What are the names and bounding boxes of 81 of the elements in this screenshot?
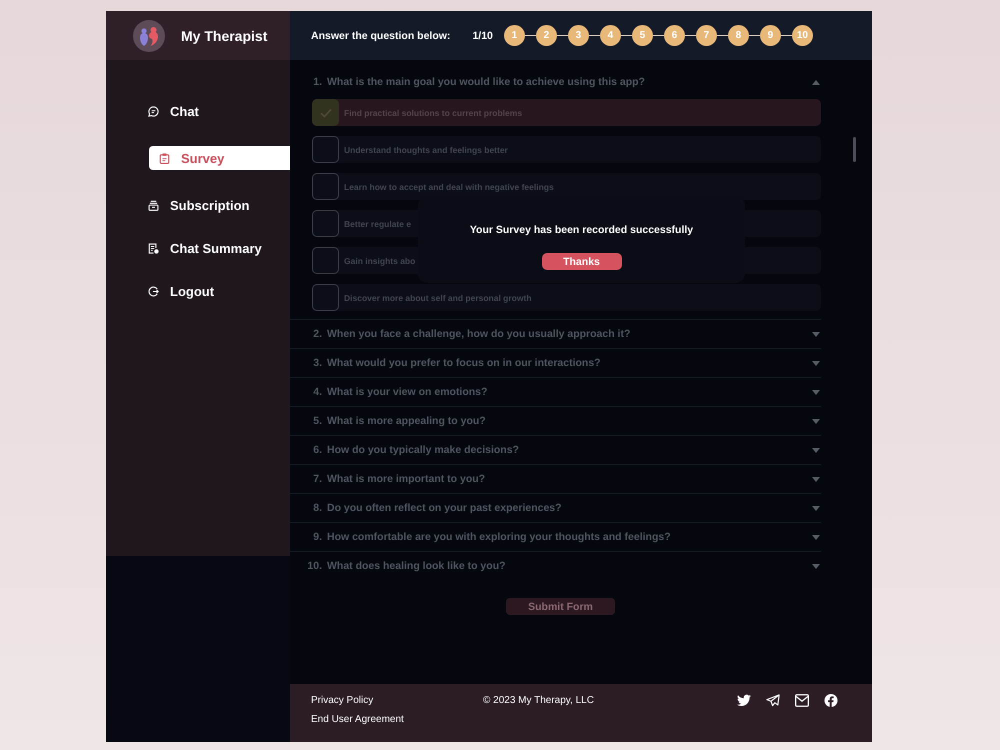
question-number: 10. bbox=[306, 560, 322, 572]
caret-down-icon[interactable] bbox=[812, 534, 820, 540]
chat-bubble-icon bbox=[148, 106, 159, 116]
envelope-icon[interactable] bbox=[795, 694, 809, 707]
step-circle[interactable]: 4 bbox=[600, 25, 621, 46]
f-logo-icon[interactable] bbox=[824, 694, 838, 707]
bird-icon[interactable] bbox=[737, 694, 751, 707]
step-connector bbox=[748, 35, 760, 36]
caret-down-icon[interactable] bbox=[812, 390, 820, 394]
scrollbar-thumb[interactable] bbox=[853, 137, 856, 162]
thanks-button[interactable]: Thanks bbox=[542, 253, 622, 270]
question-text[interactable]: What is more appealing to you? bbox=[327, 415, 486, 427]
question-text[interactable]: What is more important to you? bbox=[327, 473, 486, 485]
logout-icon bbox=[148, 286, 159, 296]
step-circle[interactable]: 3 bbox=[568, 25, 589, 46]
sidebar-item[interactable]: Logout bbox=[148, 279, 290, 303]
question-text[interactable]: What is your view on emotions? bbox=[327, 386, 488, 398]
checkbox[interactable] bbox=[312, 210, 339, 237]
question-text[interactable]: How do you typically make decisions? bbox=[327, 444, 519, 456]
prompt-text: Answer the question below: bbox=[311, 30, 450, 42]
caret-down-icon[interactable] bbox=[812, 448, 820, 452]
question-number: 8. bbox=[312, 502, 322, 514]
check-icon bbox=[320, 108, 332, 118]
sidebar-item[interactable]: Survey bbox=[149, 146, 290, 170]
caret-down-icon[interactable] bbox=[812, 360, 820, 366]
dialog-message: Your Survey has been recorded successfully bbox=[470, 224, 694, 237]
step-connector bbox=[780, 35, 792, 36]
step-connector bbox=[652, 35, 664, 36]
sidebar-item[interactable]: Subscription bbox=[148, 193, 290, 217]
checkbox[interactable] bbox=[312, 284, 339, 311]
paper-plane-icon[interactable] bbox=[766, 694, 780, 707]
question-text[interactable]: What does healing look like to you? bbox=[327, 560, 506, 572]
question-number: 1. bbox=[312, 76, 322, 88]
step-connector bbox=[588, 35, 600, 36]
question-text[interactable]: What would you prefer to focus on in our interactions? bbox=[327, 357, 601, 369]
checkbox[interactable] bbox=[312, 173, 339, 200]
footer-link[interactable]: End User Agreement bbox=[311, 713, 404, 726]
question-text[interactable]: What is the main goal you would like to achieve using this app? bbox=[327, 76, 645, 88]
caret-down-icon[interactable] bbox=[812, 476, 820, 482]
question-number: 6. bbox=[312, 444, 322, 456]
logo-icon bbox=[133, 20, 165, 52]
question-number: 5. bbox=[312, 415, 322, 427]
step-connector bbox=[524, 35, 536, 36]
caret-down-icon[interactable] bbox=[812, 332, 820, 336]
document-icon bbox=[148, 242, 159, 254]
step-circle[interactable]: 10 bbox=[792, 25, 813, 46]
submit-button[interactable]: Submit Form bbox=[506, 598, 615, 615]
step-circle[interactable]: 8 bbox=[728, 25, 749, 46]
step-connector bbox=[716, 35, 728, 36]
question-text[interactable]: Do you often reflect on your past experiences? bbox=[327, 502, 562, 514]
footer-link[interactable]: Privacy Policy bbox=[311, 694, 374, 707]
sidebar-item[interactable]: Chat Summary bbox=[148, 236, 290, 260]
step-circle[interactable]: 1 bbox=[504, 25, 525, 46]
caret-down-icon[interactable] bbox=[812, 418, 820, 424]
tray-icon bbox=[148, 200, 159, 210]
question-number: 9. bbox=[312, 531, 322, 543]
question-number: 3. bbox=[312, 357, 322, 369]
checkbox[interactable] bbox=[312, 136, 339, 163]
question-counter: 1/10 bbox=[472, 30, 493, 42]
clipboard-icon bbox=[159, 152, 170, 164]
caret-down-icon[interactable] bbox=[812, 506, 820, 510]
question-text[interactable]: When you face a challenge, how do you usually approach it? bbox=[327, 328, 630, 340]
caret-down-icon[interactable] bbox=[812, 564, 820, 568]
question-text[interactable]: How comfortable are you with exploring your thoughts and feelings? bbox=[327, 531, 671, 543]
brand-name: My Therapist bbox=[181, 28, 268, 44]
copyright-text: © 2023 My Therapy, LLC bbox=[483, 694, 594, 707]
checkbox[interactable] bbox=[312, 99, 339, 126]
step-circle[interactable]: 7 bbox=[696, 25, 717, 46]
step-connector bbox=[556, 35, 568, 36]
checkbox[interactable] bbox=[312, 247, 339, 274]
step-circle[interactable]: 5 bbox=[632, 25, 653, 46]
question-number: 2. bbox=[312, 328, 322, 340]
step-circle[interactable]: 9 bbox=[760, 25, 781, 46]
step-circle[interactable]: 2 bbox=[536, 25, 557, 46]
step-connector bbox=[620, 35, 632, 36]
step-circle[interactable]: 6 bbox=[664, 25, 685, 46]
step-connector bbox=[684, 35, 696, 36]
question-number: 7. bbox=[312, 473, 322, 485]
question-number: 4. bbox=[312, 386, 322, 398]
sidebar-item[interactable]: Chat bbox=[148, 99, 290, 123]
caret-up-icon[interactable] bbox=[812, 80, 820, 84]
